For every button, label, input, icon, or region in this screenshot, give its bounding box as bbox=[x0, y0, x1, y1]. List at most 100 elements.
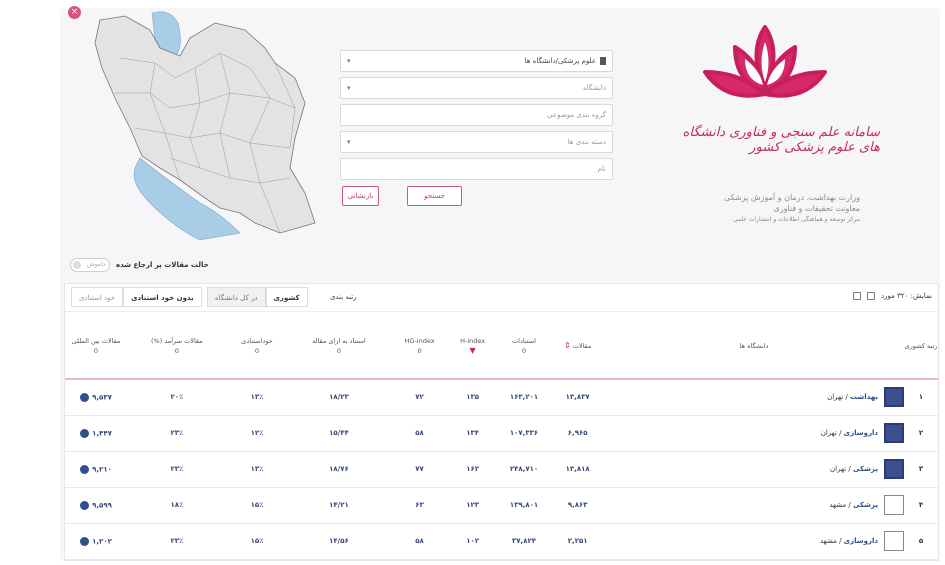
cell-citations: ۱۰۷,۳۳۶ bbox=[496, 415, 552, 452]
search-button[interactable]: جستجو bbox=[407, 186, 462, 206]
cell-university[interactable]: بهداشت / تهران bbox=[604, 379, 904, 416]
cell-intl-value: ۹,۵۳۷ bbox=[92, 393, 112, 402]
cell-h-index: ۱۳۵ bbox=[448, 379, 497, 416]
name-input[interactable]: نام bbox=[340, 158, 613, 180]
scope-tab-group: در کل دانشگاه کشوری bbox=[207, 287, 308, 307]
header-international[interactable]: مقالات بین المللی 0 bbox=[65, 313, 127, 380]
cell-university[interactable]: داروسازی / تهران bbox=[604, 415, 904, 452]
chevron-down-icon: ▾ bbox=[347, 57, 351, 65]
table-row[interactable]: ۳ پزشکی / تهران ۱۳,۸۱۸ ۲۴۸,۷۱۰ ۱۶۲ ۷۷ ۱۸/۷۶ ۱۳٪… bbox=[65, 451, 938, 488]
cell-self-citation: ۱۵٪ bbox=[226, 523, 288, 560]
ministry-line-1: وزارت بهداشت، درمان و آموزش پزشکی bbox=[723, 193, 860, 202]
cell-university[interactable]: پزشکی / مشهد bbox=[604, 487, 904, 524]
header-share[interactable]: مقالات سرآمد (%) 0 bbox=[127, 313, 227, 380]
cell-citations: ۲۴۸,۷۱۰ bbox=[496, 451, 552, 488]
header-h-index[interactable]: H-index ▼ bbox=[448, 313, 497, 380]
university-name[interactable]: پزشکی / تهران bbox=[830, 465, 878, 473]
header-intl-label: مقالات بین المللی bbox=[71, 336, 121, 345]
cell-h-index: ۱۶۲ bbox=[448, 451, 497, 488]
sort-desc-icon: ▼ bbox=[469, 345, 476, 355]
header-share-label: مقالات سرآمد (%) bbox=[151, 336, 203, 345]
tab-within-university[interactable]: در کل دانشگاه bbox=[207, 287, 266, 307]
header-rank[interactable]: رتبه کشوری bbox=[904, 313, 938, 380]
cell-intl-value: ۹,۲۱۰ bbox=[92, 465, 112, 473]
print-icon[interactable] bbox=[853, 292, 862, 300]
form-buttons: جستجو بازنشانی bbox=[340, 186, 613, 206]
cell-hg-index: ۷۲ bbox=[390, 379, 449, 416]
iran-province-map[interactable] bbox=[80, 8, 325, 243]
table-row[interactable]: ۱ بهداشت / تهران ۱۳,۸۳۷ ۱۶۳,۲۰۱ ۱۳۵ ۷۲ ۱۸/۲۳ ۱۳… bbox=[65, 379, 938, 416]
university-logo-icon bbox=[884, 531, 904, 551]
header-share-zero: 0 bbox=[174, 346, 179, 355]
cell-rank: ۴ bbox=[904, 487, 938, 524]
university-name[interactable]: داروسازی / تهران bbox=[821, 429, 878, 437]
header-articles[interactable]: مقالات ⇕ bbox=[551, 313, 604, 380]
chevron-down-icon: ▾ bbox=[347, 138, 351, 146]
header-hg-index-label: HG-index bbox=[404, 336, 435, 345]
university-city: مشهد bbox=[819, 537, 837, 545]
cell-international[interactable]: ۱,۲۰۲ bbox=[65, 523, 127, 560]
tab-self-citation[interactable]: خود استنادی bbox=[71, 287, 124, 307]
cell-articles: ۹,۸۶۳ bbox=[551, 487, 604, 524]
cell-h-index: ۱۲۳ bbox=[448, 487, 497, 524]
subject-group-input[interactable]: گروه بندی موضوعی bbox=[340, 104, 613, 126]
tab-without-self-citation[interactable]: بدون خود استنادی bbox=[123, 287, 202, 307]
globe-icon[interactable] bbox=[80, 428, 90, 438]
cell-citations: ۱۳۹,۸۰۱ bbox=[496, 487, 552, 524]
excel-icon[interactable] bbox=[867, 292, 876, 300]
cell-share: ۲۳٪ bbox=[127, 415, 227, 452]
highly-cited-toggle[interactable]: خاموش bbox=[70, 258, 110, 272]
subject-placeholder: گروه بندی موضوعی bbox=[547, 111, 606, 119]
header-university[interactable]: دانشگاه ها bbox=[604, 313, 904, 380]
building-icon bbox=[600, 57, 606, 65]
university-name[interactable]: بهداشت / تهران bbox=[827, 393, 878, 401]
highly-cited-label: حالت مقالات پر ارجاع شده bbox=[116, 261, 209, 269]
reset-button[interactable]: بازنشانی bbox=[342, 186, 379, 206]
table-row[interactable]: ۲ داروسازی / تهران ۶,۹۶۵ ۱۰۷,۳۳۶ ۱۳۴ ۵۸ ۱۵/۴۴ ۱… bbox=[65, 415, 938, 452]
header-articles-label: مقالات bbox=[572, 341, 592, 350]
header-cpp[interactable]: استناد به ازای مقاله 0 bbox=[287, 313, 391, 380]
university-name[interactable]: پزشکی / مشهد bbox=[829, 501, 878, 509]
globe-icon[interactable] bbox=[80, 536, 90, 546]
cell-international[interactable]: ۹,۲۱۰ bbox=[65, 451, 127, 488]
citation-tab-group: خود استنادی بدون خود استنادی bbox=[71, 287, 202, 307]
university-logo-icon bbox=[884, 423, 904, 443]
cell-international[interactable]: ۹,۵۹۹ bbox=[65, 487, 127, 524]
category-placeholder: دسته بندی ها bbox=[567, 138, 606, 146]
cell-international[interactable]: ۱,۴۴۷ bbox=[65, 415, 127, 452]
header-cpp-label: استناد به ازای مقاله bbox=[312, 336, 366, 345]
header-intl-zero: 0 bbox=[93, 346, 99, 355]
cell-international[interactable]: ۹,۵۳۷ bbox=[65, 379, 127, 416]
category-select[interactable]: دسته بندی ها ▾ bbox=[340, 131, 613, 153]
header-h-index-label: H-index bbox=[460, 336, 486, 345]
university-city: تهران bbox=[827, 393, 844, 402]
university-select[interactable]: دانشگاه ▾ bbox=[340, 77, 613, 99]
brand-title: سامانه علم سنجی و فناوری دانشگاه های علو… bbox=[682, 125, 880, 155]
header-self-label: خوداستنادی bbox=[241, 336, 273, 345]
header-self-zero: 0 bbox=[254, 346, 260, 355]
table-row[interactable]: ۴ پزشکی / مشهد ۹,۸۶۳ ۱۳۹,۸۰۱ ۱۲۳ ۶۳ ۱۴/۲۱ ۱۵٪ ۱۸… bbox=[65, 487, 938, 524]
cell-h-index: ۱۳۴ bbox=[448, 415, 497, 452]
university-type-select[interactable]: علوم پزشکی/دانشگاه ها ▾ bbox=[340, 50, 613, 72]
cell-university[interactable]: پزشکی / تهران bbox=[604, 451, 904, 488]
header-cpp-zero: 0 bbox=[336, 346, 341, 355]
cell-articles: ۱۳,۸۱۸ bbox=[551, 451, 604, 488]
tab-national[interactable]: کشوری bbox=[265, 287, 308, 307]
name-placeholder: نام bbox=[597, 165, 606, 173]
ministry-line-3: مرکز توسعه و هماهنگی اطلاعات و انتشارات … bbox=[732, 216, 860, 223]
cell-hg-index: ۵۸ bbox=[390, 415, 449, 452]
globe-icon[interactable] bbox=[80, 500, 90, 510]
globe-icon[interactable] bbox=[80, 464, 90, 474]
university-city: مشهد bbox=[829, 501, 847, 509]
cell-university[interactable]: داروسازی / مشهد bbox=[604, 523, 904, 560]
cell-rank: ۳ bbox=[904, 451, 938, 488]
cell-self-citation: ۱۳٪ bbox=[226, 451, 288, 488]
header-hg-index[interactable]: HG-index 0 bbox=[390, 313, 449, 380]
table-row[interactable]: ۵ داروسازی / مشهد ۲,۲۵۱ ۳۷,۸۲۴ ۱۰۲ ۵۸ ۱۴/۵۶ ۱۵٪… bbox=[65, 523, 938, 560]
cell-intl-value: ۹,۵۹۹ bbox=[92, 501, 112, 509]
header-self-citation[interactable]: خوداستنادی 0 bbox=[226, 313, 288, 380]
cell-hg-index: ۷۷ bbox=[390, 451, 449, 488]
globe-icon[interactable] bbox=[80, 392, 90, 402]
header-citations[interactable]: استنادات 0 bbox=[496, 313, 552, 380]
university-name[interactable]: داروسازی / مشهد bbox=[820, 537, 878, 545]
